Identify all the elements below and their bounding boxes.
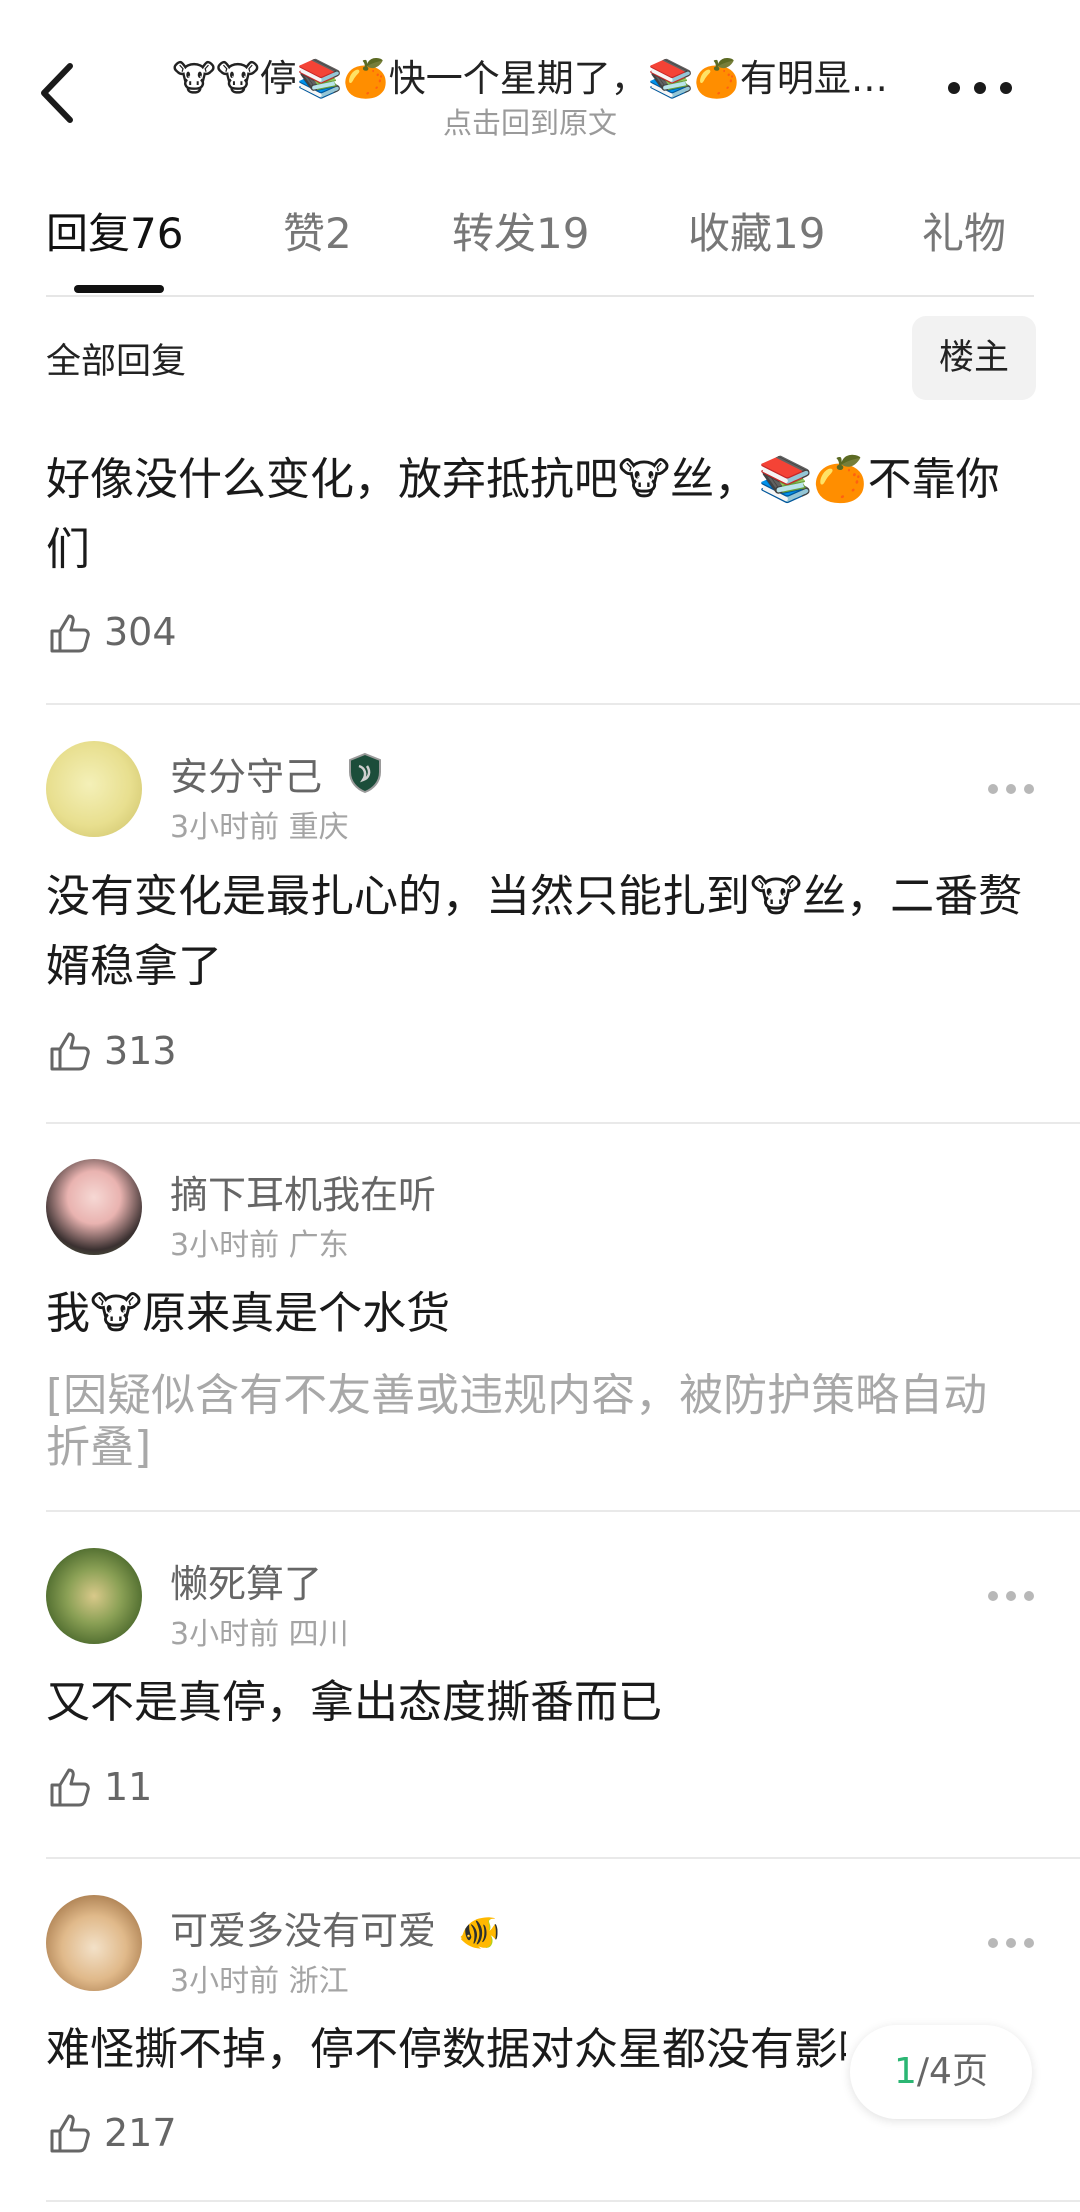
comment-more-button[interactable] — [988, 1589, 1034, 1603]
comment-divider — [46, 1857, 1080, 1859]
post-title[interactable]: 🐮🐮停📚🍊快一个星期了，📚🍊有明显… — [140, 48, 920, 102]
chevron-left-icon — [41, 63, 73, 123]
username[interactable]: 可爱多没有可爱 🐠 — [170, 1900, 500, 1955]
owner-filter-button[interactable]: 楼主 — [912, 316, 1036, 400]
avatar[interactable] — [46, 1895, 142, 1991]
fish-badge-icon: 🐠 — [458, 1913, 501, 1953]
tab-replies[interactable]: 回复76 — [46, 200, 183, 261]
folded-notice: [因疑似含有不友善或违规内容，被防护策略自动折叠] — [46, 1370, 988, 1473]
comment-more-button[interactable] — [988, 1936, 1034, 1950]
comment-text: 没有变化是最扎心的，当然只能扎到🐮丝，二番赘婿稳拿了 — [46, 871, 1023, 992]
tab-favorites[interactable]: 收藏19 — [688, 200, 825, 261]
thumbs-up-icon[interactable] — [46, 1027, 94, 1075]
shield-badge-icon — [349, 752, 382, 794]
like-count: 11 — [104, 1765, 153, 1809]
comment-more-button[interactable] — [988, 782, 1034, 796]
active-tab-indicator — [74, 285, 164, 293]
tab-likes[interactable]: 赞2 — [283, 200, 352, 261]
comment-divider — [46, 2200, 1080, 2202]
all-replies-label: 全部回复 — [46, 342, 187, 382]
page-indicator[interactable]: 1/4页 — [850, 2025, 1032, 2119]
comment-text: 难怪撕不掉，停不停数据对众星都没有影响 — [46, 2024, 846, 2075]
comment-divider — [46, 703, 1080, 705]
thumbs-up-icon[interactable] — [46, 2109, 94, 2157]
comment-meta: 3小时前 浙江 — [170, 1964, 349, 1999]
comment-meta: 3小时前 广东 — [170, 1228, 349, 1263]
like-count: 217 — [104, 2111, 177, 2155]
thumbs-up-icon[interactable] — [46, 609, 94, 657]
like-count: 313 — [104, 1029, 177, 1073]
username[interactable]: 懒死算了 — [170, 1553, 322, 1608]
username[interactable]: 安分守己 — [170, 746, 384, 801]
like-count: 304 — [104, 610, 177, 654]
avatar[interactable] — [46, 1548, 142, 1644]
tabs-divider — [46, 295, 1034, 297]
back-to-post-link[interactable]: 点击回到原文 — [140, 100, 920, 142]
avatar[interactable] — [46, 741, 142, 837]
back-button[interactable] — [30, 58, 90, 128]
comment-divider — [46, 1510, 1080, 1512]
comment-text: 我🐮原来真是个水货 — [46, 1288, 451, 1339]
more-options-button[interactable] — [940, 70, 1020, 110]
username[interactable]: 摘下耳机我在听 — [170, 1164, 436, 1219]
comment-meta: 3小时前 重庆 — [170, 810, 349, 845]
tab-reposts[interactable]: 转发19 — [452, 200, 589, 261]
comment-meta: 3小时前 四川 — [170, 1617, 349, 1652]
more-horizontal-icon — [988, 1591, 998, 1601]
tab-gifts[interactable]: 礼物 — [922, 200, 1006, 261]
comment-divider — [46, 1122, 1080, 1124]
comment-text: 又不是真停，拿出态度撕番而已 — [46, 1677, 662, 1728]
thumbs-up-icon[interactable] — [46, 1763, 94, 1811]
more-horizontal-icon — [988, 784, 998, 794]
comment-text: 好像没什么变化，放弃抵抗吧🐮丝，📚🍊不靠你们 — [46, 454, 1000, 575]
avatar[interactable] — [46, 1159, 142, 1255]
more-horizontal-icon — [948, 82, 960, 94]
more-horizontal-icon — [988, 1938, 998, 1948]
